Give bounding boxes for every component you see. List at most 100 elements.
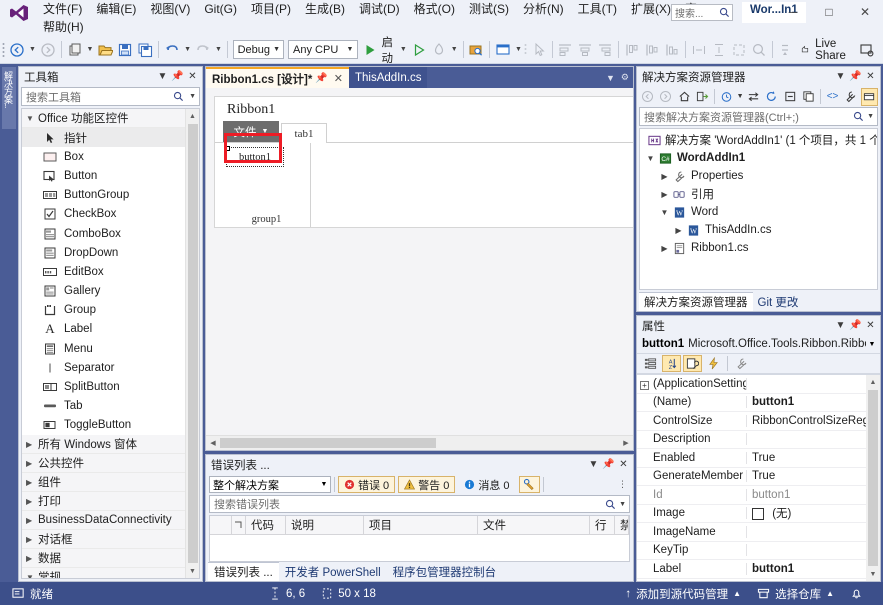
back-button[interactable] [639,88,656,106]
toolbox-group-general[interactable]: ▼ 常规 [22,568,185,578]
property-row-name[interactable]: (Name) button1 [637,394,866,412]
close-button[interactable]: ✕ [847,0,883,24]
save-all-button[interactable] [135,39,155,61]
tree-node-properties[interactable]: ▶ Properties [640,167,877,185]
property-value-name[interactable]: button1 [747,396,866,408]
pending-changes-caret-icon[interactable]: ▼ [736,88,744,106]
tree-node-ribbon1[interactable]: ▶ Ribbon1.cs [640,239,877,257]
properties-close-icon[interactable]: ✕ [863,318,878,333]
property-pages-button[interactable] [732,355,751,372]
properties-scroll-up-icon[interactable]: ▲ [866,375,880,389]
tab-solution-explorer[interactable]: 解决方案资源管理器 [639,292,753,311]
toolbox-item-separator[interactable]: Separator [22,358,185,377]
solution-explorer-search-input[interactable]: 搜索解决方案资源管理器(Ctrl+;) ▼ [639,107,878,126]
open-file-button[interactable] [95,39,115,61]
col-description[interactable]: 说明 [286,516,364,534]
col-code[interactable]: 代码 [246,516,286,534]
vertical-tab-solution[interactable]: 解决方案... [2,67,16,129]
live-share-button[interactable]: Live Share [795,38,857,62]
property-value-label[interactable]: button1 [747,563,866,575]
tab-error-list[interactable]: 错误列表 ... [208,562,279,581]
error-list-close-icon[interactable]: ✕ [616,457,631,472]
property-row-generatemember[interactable]: GenerateMember True [637,468,866,486]
pending-changes-filter-button[interactable] [694,88,711,106]
toolbox-item-dropdown[interactable]: DropDown [22,243,185,262]
toolbox-item-menu[interactable]: Menu [22,339,185,358]
menu-project[interactable]: 项目(P) [244,0,298,18]
undo-button[interactable] [162,39,182,61]
messages-filter-button[interactable]: 消息 0 [458,476,515,493]
chevron-expanded-icon-project[interactable]: ▼ [644,154,657,163]
ribbon-group1[interactable]: button1 group1 [223,143,311,227]
col-project[interactable]: 项目 [364,516,478,534]
property-row-keytip[interactable]: KeyTip [637,542,866,560]
toolbox-item-editbox[interactable]: EditBox [22,262,185,281]
start-label[interactable]: 启动 [380,34,398,66]
tab-settings-gear-icon[interactable]: ⚙ [621,72,629,83]
property-value-id[interactable]: button1 [747,489,866,501]
col-select[interactable] [210,516,232,534]
pointer-tool-button[interactable] [529,39,549,61]
property-row-id[interactable]: Id button1 [637,486,866,505]
toolbox-item-button[interactable]: Button [22,166,185,185]
properties-scroll-thumb[interactable] [868,390,878,566]
toolbox-group-dialogs[interactable]: ▶ 对话框 [22,530,185,549]
error-toolbar-overflow-icon[interactable]: ⋮ [618,479,630,490]
new-project-caret-icon[interactable]: ▼ [85,46,96,53]
toolbox-scroll-thumb[interactable] [187,124,198,563]
make-same-width-button[interactable] [689,39,709,61]
tree-node-word[interactable]: ▼ W Word [640,203,877,221]
redo-button[interactable] [193,39,213,61]
align-rights-button[interactable] [595,39,615,61]
preview-selected-items-button[interactable] [860,87,879,106]
chevron-collapsed-icon-thisaddin[interactable]: ▶ [672,226,685,235]
property-row-imagename[interactable]: ImageName [637,523,866,542]
hot-reload-caret-icon[interactable]: ▼ [449,46,460,53]
align-bottoms-button[interactable] [662,39,682,61]
show-all-files-button[interactable] [800,88,817,106]
property-row-applicationsettings[interactable]: + (ApplicationSettings) [637,375,866,394]
status-select-repository[interactable]: 选择仓库 ▲ [749,586,842,602]
hot-reload-button[interactable] [429,39,449,61]
make-same-size-button[interactable] [729,39,749,61]
property-row-locked[interactable]: Locked False [637,579,866,582]
toolbox-item-group[interactable]: Group [22,301,185,320]
toolbox-item-tab[interactable]: Tab [22,397,185,416]
toolbox-item-pointer[interactable]: 指针 [22,128,185,148]
properties-page-button[interactable] [683,355,702,372]
solution-search-options-icon[interactable]: ▼ [864,113,877,120]
zoom-button[interactable] [749,39,769,61]
toolbox-item-label[interactable]: A Label [22,320,185,339]
status-notifications[interactable] [842,587,871,600]
warnings-filter-button[interactable]: 警告 0 [398,476,456,493]
designer-horizontal-scrollbar[interactable]: ◀ ▶ [206,435,633,450]
categorized-button[interactable] [641,355,660,372]
toolbox-pin-icon[interactable]: 📌 [170,69,185,84]
tab-developer-powershell[interactable]: 开发者 PowerShell [279,562,387,581]
ribbon-canvas[interactable]: Ribbon1 文件 ▼ tab1 button1 group1 [214,96,633,228]
menu-tools[interactable]: 工具(T) [571,0,624,18]
new-project-button[interactable] [65,39,85,61]
scroll-left-icon[interactable]: ◀ [206,439,220,447]
navigate-backward-caret-icon[interactable]: ▼ [27,46,38,53]
error-list-search-input[interactable]: 搜索错误列表 ▼ [209,495,630,513]
tab-ribbon1-designer[interactable]: Ribbon1.cs [设计]* 📌 ✕ [206,67,349,88]
chevron-collapsed-icon-properties[interactable]: ▶ [658,172,671,181]
alphabetical-button[interactable]: AZ [662,355,681,372]
menu-help[interactable]: 帮助(H) [36,18,91,36]
solution-explorer-close-icon[interactable]: ✕ [863,69,878,84]
undo-caret-icon[interactable]: ▼ [182,46,193,53]
property-row-label[interactable]: Label button1 [637,560,866,579]
tab-close-icon[interactable]: ✕ [331,72,343,85]
toolbox-item-togglebutton[interactable]: ToggleButton [22,416,185,435]
properties-menu-chevron-icon[interactable]: ▼ [833,318,848,333]
expand-plus-icon[interactable]: + [640,380,649,390]
menu-edit[interactable]: 编辑(E) [89,0,143,18]
menu-extensions[interactable]: 扩展(X) [624,0,678,18]
tab-thisaddin[interactable]: ThisAddIn.cs [348,67,428,88]
tab-pin-icon[interactable]: 📌 [312,73,330,84]
solution-explorer-pin-icon[interactable]: 📌 [848,69,863,84]
col-suppression[interactable]: 禁 [615,516,629,534]
toolbox-group-data[interactable]: ▶ 数据 [22,549,185,568]
error-list-pin-icon[interactable]: 📌 [601,457,616,472]
